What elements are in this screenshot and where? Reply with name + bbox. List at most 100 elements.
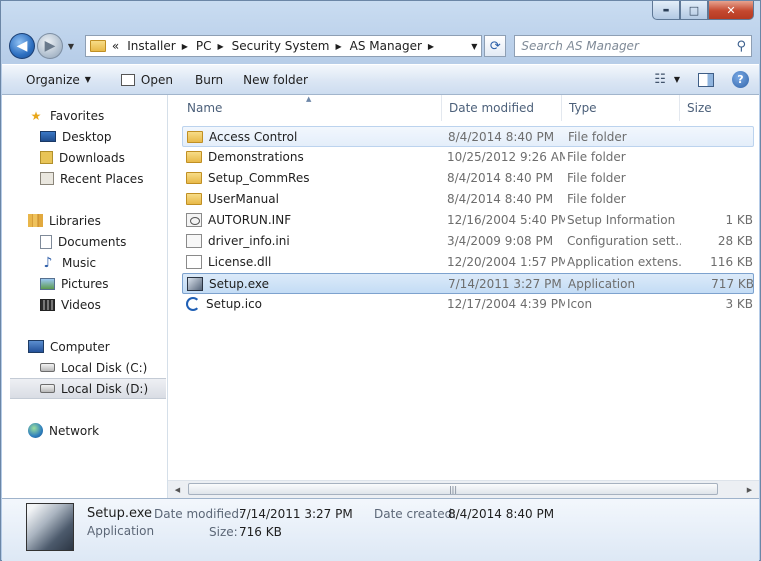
type-cell: File folder (567, 149, 626, 164)
address-overflow[interactable]: « (108, 39, 123, 53)
table-row[interactable]: Access Control 8/4/2014 8:40 PM File folde… (182, 126, 754, 147)
breadcrumb-security-system[interactable]: Security System ▶ (228, 39, 346, 53)
nav-computer[interactable]: Computer (2, 336, 167, 357)
nav-label: Favorites (50, 108, 105, 123)
file-name: AUTORUN.INF (208, 212, 292, 227)
table-row[interactable]: AUTORUN.INF 12/16/2004 5:40 PM Setup Infor… (182, 210, 754, 231)
nav-favorites[interactable]: ★ Favorites (2, 105, 167, 126)
music-icon: ♪ (43, 254, 53, 271)
chevron-down-icon[interactable]: ▼ (674, 75, 680, 84)
nav-label: Documents (58, 234, 127, 249)
nav-local-disk-c[interactable]: Local Disk (C:) (2, 357, 167, 378)
folder-icon (186, 150, 202, 163)
file-name: Setup_CommRes (208, 170, 310, 185)
open-button[interactable]: Open (101, 73, 183, 87)
details-size-value: 716 KB (239, 525, 282, 539)
breadcrumb-pc[interactable]: PC ▶ (192, 39, 228, 53)
type-cell: Application extens... (567, 254, 681, 269)
nav-label: Pictures (61, 276, 109, 291)
recent-pages-dropdown[interactable]: ▼ (65, 42, 77, 51)
nav-libraries[interactable]: Libraries (2, 210, 167, 231)
folder-icon (89, 40, 106, 52)
details-size-label: Size: (209, 525, 238, 539)
new-folder-button[interactable]: New folder (233, 73, 318, 87)
nav-desktop[interactable]: Desktop (2, 126, 167, 147)
table-row[interactable]: Demonstrations 10/25/2012 9:26 AM File fol… (182, 147, 754, 168)
file-name-cell: Setup.ico (186, 294, 436, 313)
table-row[interactable]: Setup.exe 7/14/2011 3:27 PM Application 717… (182, 273, 754, 294)
scrollbar-thumb[interactable]: ||| (188, 483, 718, 495)
application-icon (120, 73, 135, 86)
column-headers: ▲ Name Date modified Type Size (168, 95, 759, 121)
setup-application-icon (26, 503, 74, 551)
hard-disk-icon (40, 384, 55, 393)
chevron-right-icon[interactable]: ▶ (218, 42, 224, 51)
search-input[interactable]: Search AS Manager ⚲ (514, 35, 752, 57)
close-button[interactable]: ✕ (708, 1, 754, 20)
size-cell: 28 KB (717, 233, 753, 248)
table-row[interactable]: Setup.ico 12/17/2004 4:39 PM Icon 3 KB (182, 294, 754, 315)
column-header-name[interactable]: Name (180, 95, 442, 121)
folder-icon (186, 192, 202, 205)
type-cell: Setup Information (567, 212, 676, 227)
details-pane: Setup.exe Application Date modified: 7/1… (2, 498, 759, 561)
file-name: Setup.exe (209, 276, 270, 291)
column-header-type[interactable]: Type (562, 95, 680, 121)
address-bar[interactable]: « Installer ▶ PC ▶ Security System ▶ AS Man… (84, 35, 483, 57)
nav-label: Videos (61, 297, 101, 312)
nav-label: Local Disk (C:) (61, 360, 148, 375)
nav-music[interactable]: ♪ Music (2, 252, 167, 273)
nav-network[interactable]: Network (2, 420, 167, 441)
address-history-dropdown[interactable]: ▼ (471, 42, 477, 51)
date-modified-cell: 8/4/2014 8:40 PM (447, 191, 554, 206)
table-row[interactable]: License.dll 12/20/2004 1:57 PM Application… (182, 252, 754, 273)
breadcrumb-installer[interactable]: Installer ▶ (123, 39, 192, 53)
burn-button[interactable]: Burn (183, 73, 233, 87)
search-placeholder: Search AS Manager (521, 39, 639, 53)
breadcrumb-label: Security System (231, 39, 330, 53)
nav-videos[interactable]: Videos (2, 294, 167, 315)
size-cell (687, 189, 753, 208)
minimize-button[interactable]: ▬ (652, 1, 680, 20)
file-name-cell: driver_info.ini (186, 231, 436, 250)
change-view-icon[interactable]: ☷ (654, 72, 666, 87)
type-cell: File folder (567, 191, 626, 206)
details-file-type: Application (87, 524, 155, 538)
nav-pictures[interactable]: Pictures (2, 273, 167, 294)
nav-label: Recent Places (60, 171, 144, 186)
nav-documents[interactable]: Documents (2, 231, 167, 252)
nav-recent-places[interactable]: Recent Places (2, 168, 167, 189)
breadcrumb-as-manager[interactable]: AS Manager ▶ (346, 39, 438, 53)
forward-button[interactable]: ▶ (36, 33, 63, 59)
search-icon[interactable]: ⚲ (736, 39, 746, 54)
inf-icon (186, 212, 202, 227)
table-row[interactable]: Setup_CommRes 8/4/2014 8:40 PM File folder (182, 168, 754, 189)
organize-button[interactable]: Organize ▼ (2, 73, 101, 87)
maximize-button[interactable]: □ (680, 1, 708, 20)
libraries-icon (28, 214, 43, 227)
new-folder-label: New folder (243, 72, 308, 87)
organize-label: Organize (26, 72, 80, 87)
preview-pane-icon[interactable] (698, 72, 714, 87)
file-name: License.dll (208, 254, 272, 269)
nav-label: Local Disk (D:) (61, 381, 149, 396)
file-name-cell: Demonstrations (186, 147, 436, 166)
chevron-right-icon[interactable]: ▶ (336, 42, 342, 51)
column-header-size[interactable]: Size (680, 95, 761, 121)
table-row[interactable]: driver_info.ini 3/4/2009 9:08 PM Configura… (182, 231, 754, 252)
scroll-left-icon[interactable]: ◀ (170, 483, 185, 496)
type-cell: File folder (568, 129, 627, 144)
back-button[interactable]: ◀ (9, 33, 35, 59)
table-row[interactable]: UserManual 8/4/2014 8:40 PM File folder (182, 189, 754, 210)
nav-local-disk-d[interactable]: Local Disk (D:) (10, 378, 166, 399)
refresh-button[interactable]: ⟳ (484, 35, 507, 57)
exe-icon (187, 276, 203, 291)
chevron-right-icon[interactable]: ▶ (428, 42, 434, 51)
horizontal-scrollbar[interactable]: ◀ ||| ▶ (168, 480, 759, 498)
breadcrumb-label: PC (195, 39, 212, 53)
chevron-right-icon[interactable]: ▶ (182, 42, 188, 51)
help-icon[interactable]: ? (732, 71, 749, 88)
scroll-right-icon[interactable]: ▶ (742, 483, 757, 496)
nav-downloads[interactable]: Downloads (2, 147, 167, 168)
column-header-date[interactable]: Date modified (442, 95, 562, 121)
